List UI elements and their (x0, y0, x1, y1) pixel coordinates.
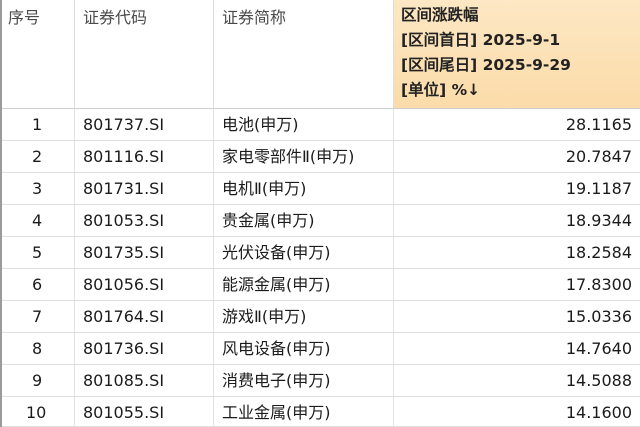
row-seq: 7 (2, 301, 75, 332)
data-grid: 序号 证券代码 证券简称 区间涨跌幅 [区间首日] 2025-9-1 [区间尾日… (0, 0, 640, 427)
row-value: 14.5088 (565, 371, 632, 390)
column-header-name[interactable]: 证券简称 (214, 0, 394, 109)
row-code: 801055.SI (75, 397, 214, 427)
row-value: 18.9344 (565, 211, 632, 230)
row-seq: 10 (2, 397, 75, 427)
table-row[interactable]: 2 801116.SI 家电零部件Ⅱ(申万) 20.7847 (2, 141, 640, 173)
row-code: 801085.SI (75, 365, 214, 396)
row-value: 14.1600 (565, 403, 632, 422)
row-name: 光伏设备(申万) (214, 237, 394, 268)
row-name: 能源金属(申万) (214, 269, 394, 300)
row-code: 801735.SI (75, 237, 214, 268)
table-row[interactable]: 8 801736.SI 风电设备(申万) 14.7640 (2, 333, 640, 365)
row-name: 消费电子(申万) (214, 365, 394, 396)
row-value: 15.0336 (565, 307, 632, 326)
row-value: 18.2584 (565, 243, 632, 262)
row-name: 游戏Ⅱ(申万) (214, 301, 394, 332)
row-seq: 8 (2, 333, 75, 364)
row-name: 家电零部件Ⅱ(申万) (214, 141, 394, 172)
row-name: 贵金属(申万) (214, 205, 394, 236)
row-name: 风电设备(申万) (214, 333, 394, 364)
sort-desc-icon[interactable]: ↓ (467, 81, 480, 99)
table-row[interactable]: 9 801085.SI 消费电子(申万) 14.5088 (2, 365, 640, 397)
row-code: 801053.SI (75, 205, 214, 236)
row-code: 801056.SI (75, 269, 214, 300)
row-value: 28.1165 (565, 115, 632, 134)
row-code: 801736.SI (75, 333, 214, 364)
row-seq: 5 (2, 237, 75, 268)
table-row[interactable]: 6 801056.SI 能源金属(申万) 17.8300 (2, 269, 640, 301)
row-value: 17.8300 (565, 275, 632, 294)
row-code: 801116.SI (75, 141, 214, 172)
row-code: 801764.SI (75, 301, 214, 332)
row-code: 801737.SI (75, 109, 214, 140)
row-value: 19.1187 (565, 179, 632, 198)
table-row[interactable]: 4 801053.SI 贵金属(申万) 18.9344 (2, 205, 640, 237)
row-seq: 9 (2, 365, 75, 396)
row-seq: 3 (2, 173, 75, 204)
table-row[interactable]: 5 801735.SI 光伏设备(申万) 18.2584 (2, 237, 640, 269)
column-header-change[interactable]: 区间涨跌幅 [区间首日] 2025-9-1 [区间尾日] 2025-9-29 [… (394, 0, 640, 109)
table-row[interactable]: 7 801764.SI 游戏Ⅱ(申万) 15.0336 (2, 301, 640, 333)
table-row[interactable]: 1 801737.SI 电池(申万) 28.1165 (2, 109, 640, 141)
row-value: 14.7640 (565, 339, 632, 358)
table-row[interactable]: 3 801731.SI 电机Ⅱ(申万) 19.1187 (2, 173, 640, 205)
row-value: 20.7847 (565, 147, 632, 166)
table-row[interactable]: 10 801055.SI 工业金属(申万) 14.1600 (2, 397, 640, 427)
row-name: 电机Ⅱ(申万) (214, 173, 394, 204)
row-seq: 1 (2, 109, 75, 140)
row-name: 电池(申万) (214, 109, 394, 140)
row-seq: 2 (2, 141, 75, 172)
change-header-unit: [单位] %↓ (401, 78, 634, 103)
change-header-start-date: [区间首日] 2025-9-1 (401, 31, 561, 49)
column-header-code[interactable]: 证券代码 (75, 0, 214, 109)
change-header-title: 区间涨跌幅 (401, 6, 479, 24)
change-header-end-date: [区间尾日] 2025-9-29 (401, 56, 571, 74)
column-header-seq[interactable]: 序号 (2, 0, 75, 109)
change-header-unit-text: [单位] % (401, 81, 468, 99)
row-seq: 4 (2, 205, 75, 236)
row-name: 工业金属(申万) (214, 397, 394, 427)
row-seq: 6 (2, 269, 75, 300)
row-code: 801731.SI (75, 173, 214, 204)
